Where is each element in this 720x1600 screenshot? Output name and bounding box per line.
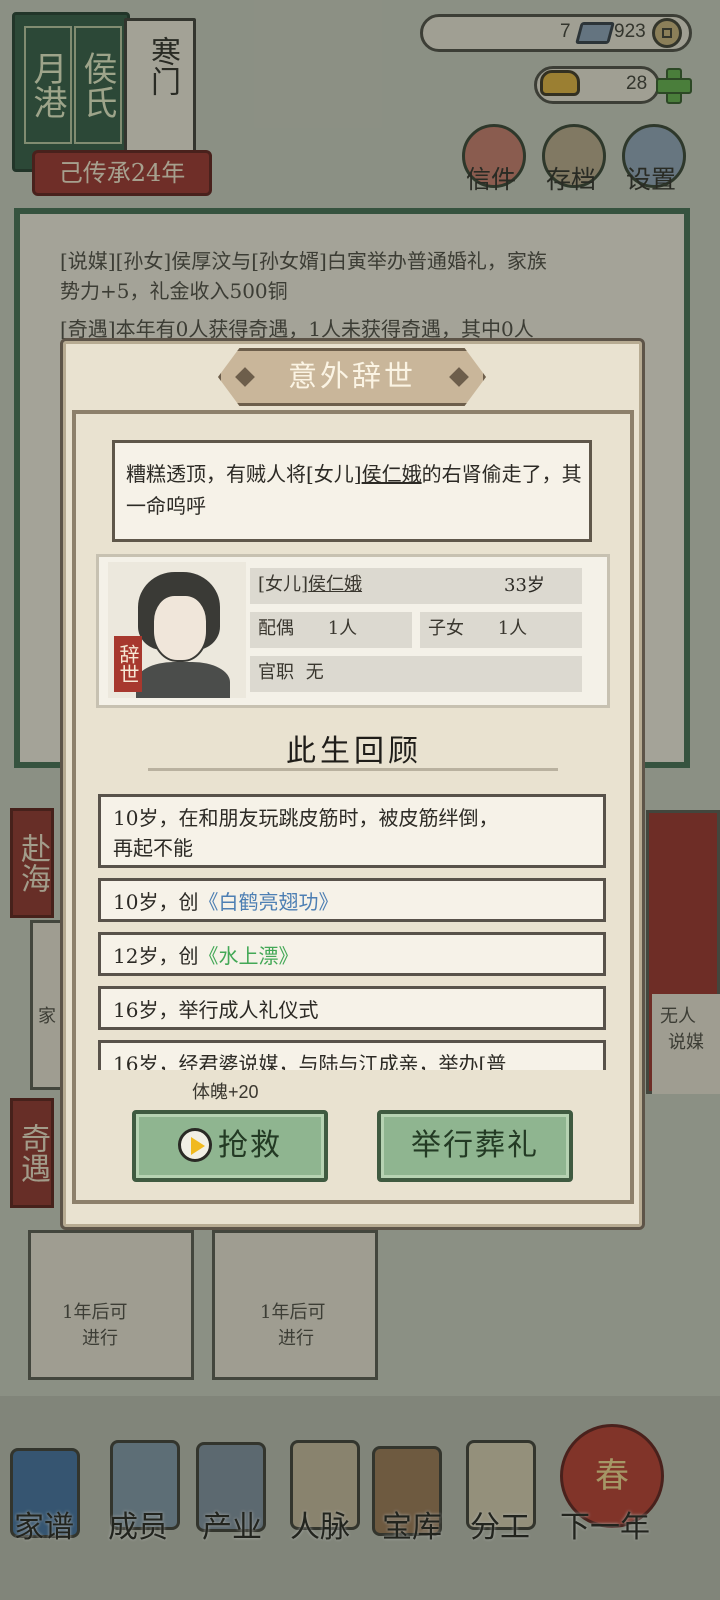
children-value: 1人 [497,618,528,639]
office-label: 官职 [258,662,294,683]
message-text: 糟糕透顶，有贼人将[女儿] [126,462,362,486]
frame-top [72,410,634,414]
person-role: [女儿] [258,574,309,595]
office-cell: 官职 无 [250,656,582,692]
list-item: 12岁，创《水上漂》 [98,932,606,976]
office-value: 无 [305,662,324,683]
review-text: 10岁，在和朋友玩跳皮筋时，被皮筋绊倒， [113,806,499,830]
spouse-cell: 配偶 1人 [250,612,412,648]
person-age: 33岁 [504,575,545,596]
rescue-button[interactable]: 抢救 [132,1110,328,1182]
spouse-value: 1人 [327,618,358,639]
children-label: 子女 [428,618,464,639]
death-message: 糟糕透顶，有贼人将[女儿]侯仁娥的右肾偷走了，其一命呜呼 [126,458,582,522]
rescue-label: 抢救 [218,1128,282,1163]
children-cell: 子女 1人 [420,612,582,648]
review-divider [148,768,558,776]
frame-bottom [72,1200,634,1204]
portrait-face [152,594,208,662]
spouse-label: 配偶 [258,618,294,639]
review-text: 再起不能 [113,836,193,860]
list-item: 16岁，举行成人礼仪式 [98,986,606,1030]
list-item: 10岁，在和朋友玩跳皮筋时，被皮筋绊倒， 再起不能 [98,794,606,868]
review-text: 16岁，举行成人礼仪式 [113,998,319,1022]
death-seal: 辞世 [114,636,142,692]
dialog-title: 意外辞世 [287,359,416,393]
message-person-name[interactable]: 侯仁娥 [362,462,422,486]
kungfu-link[interactable]: 《白鹤亮翅功》 [198,890,338,914]
person-name[interactable]: 侯仁娥 [308,574,362,595]
review-text: 12岁，创 [113,944,199,968]
review-text: 16岁，经君婆说媒，与陆与江成亲，举办[普 [113,1052,507,1070]
list-item: 16岁，经君婆说媒，与陆与江成亲，举办[普 [98,1040,606,1070]
list-item: 10岁，创《白鹤亮翅功》 [98,878,606,922]
life-review-list[interactable]: 10岁，在和朋友玩跳皮筋时，被皮筋绊倒， 再起不能 10岁，创《白鹤亮翅功》 1… [96,792,610,1070]
play-video-icon[interactable] [178,1128,212,1162]
portrait-body [136,662,230,698]
funeral-button[interactable]: 举行葬礼 [377,1110,573,1182]
frame-left [72,410,76,1204]
effect-text: 体魄+20 [192,1082,259,1102]
kungfu-link[interactable]: 《水上漂》 [198,944,298,968]
frame-right [630,410,634,1204]
review-text: 10岁，创 [113,890,199,914]
life-review-title: 此生回顾 [286,734,422,769]
